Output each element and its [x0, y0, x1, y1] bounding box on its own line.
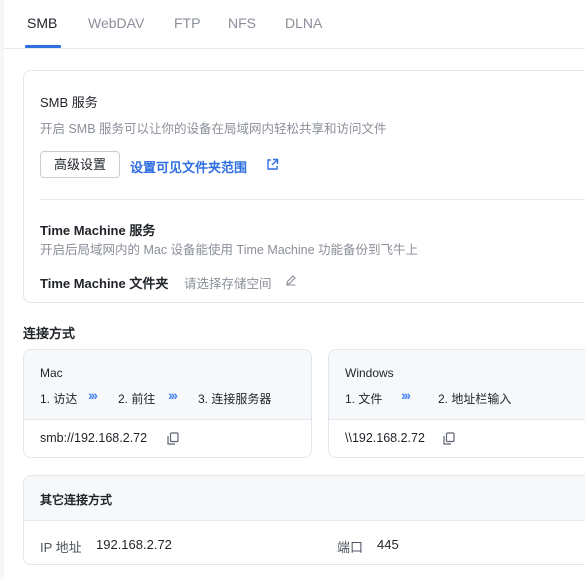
select-storage-link[interactable]: 请选择存储空间 [184, 273, 272, 292]
smb-settings-page: SMB WebDAV FTP NFS DLNA SMB 服务 开启 SMB 服务… [4, 0, 585, 579]
protocol-tabs: SMB WebDAV FTP NFS DLNA [4, 0, 585, 49]
mac-step-1: 1. 访达 [40, 392, 78, 406]
mac-connection-header: Mac 1. 访达 ››› 2. 前往 ››› 3. 连接服务器 [24, 350, 311, 420]
chevron-right-icon: ››› [401, 387, 411, 403]
tab-nfs[interactable]: NFS [228, 15, 256, 31]
tab-dlna[interactable]: DLNA [285, 15, 322, 31]
windows-connection-card: Windows 1. 文件 ››› 2. 地址栏输入 \\192.168.2.7… [328, 349, 585, 458]
mac-step-3: 3. 连接服务器 [198, 392, 272, 406]
mac-label: Mac [40, 366, 63, 380]
mac-smb-address: smb://192.168.2.72 [40, 431, 148, 445]
copy-icon[interactable] [167, 432, 179, 445]
smb-service-card: SMB 服务 开启 SMB 服务可以让你的设备在局域网内轻松共享和访问文件 高级… [23, 70, 585, 303]
edit-pencil-icon[interactable] [285, 274, 297, 286]
tab-webdav[interactable]: WebDAV [88, 15, 144, 31]
windows-smb-address: \\192.168.2.72 [345, 431, 425, 445]
port-value: 445 [377, 537, 399, 552]
windows-connection-header: Windows 1. 文件 ››› 2. 地址栏输入 [329, 350, 585, 420]
mac-connection-card: Mac 1. 访达 ››› 2. 前往 ››› 3. 连接服务器 smb://1… [23, 349, 312, 458]
mac-step-2: 2. 前往 [118, 392, 156, 406]
tab-smb[interactable]: SMB [27, 15, 57, 31]
windows-label: Windows [345, 366, 394, 380]
chevron-right-icon: ››› [88, 387, 98, 403]
time-machine-folder-label: Time Machine 文件夹 [40, 276, 169, 291]
connection-methods-title: 连接方式 [23, 326, 76, 341]
other-connection-title: 其它连接方式 [40, 493, 113, 507]
folder-scope-link[interactable]: 设置可见文件夹范围 [130, 157, 247, 176]
time-machine-description: 开启后局域网内的 Mac 设备能使用 Time Machine 功能备份到飞牛上 [40, 243, 419, 257]
windows-step-2: 2. 地址栏输入 [438, 392, 512, 406]
smb-service-title: SMB 服务 [40, 95, 98, 110]
active-tab-indicator [25, 45, 61, 48]
other-connection-header: 其它连接方式 [24, 476, 585, 521]
smb-service-description: 开启 SMB 服务可以让你的设备在局域网内轻松共享和访问文件 [40, 122, 387, 136]
section-divider [40, 199, 585, 200]
windows-step-1: 1. 文件 [345, 392, 383, 406]
chevron-right-icon: ››› [168, 387, 178, 403]
ip-address-value: 192.168.2.72 [96, 537, 172, 552]
copy-icon[interactable] [443, 432, 455, 445]
port-label: 端口 [337, 540, 364, 555]
external-link-icon[interactable] [266, 158, 279, 171]
time-machine-title: Time Machine 服务 [40, 223, 156, 238]
tab-ftp[interactable]: FTP [174, 15, 200, 31]
other-connection-card: 其它连接方式 IP 地址 192.168.2.72 端口 445 [23, 475, 585, 565]
advanced-settings-button[interactable]: 高级设置 [40, 151, 120, 178]
ip-address-label: IP 地址 [40, 540, 82, 555]
